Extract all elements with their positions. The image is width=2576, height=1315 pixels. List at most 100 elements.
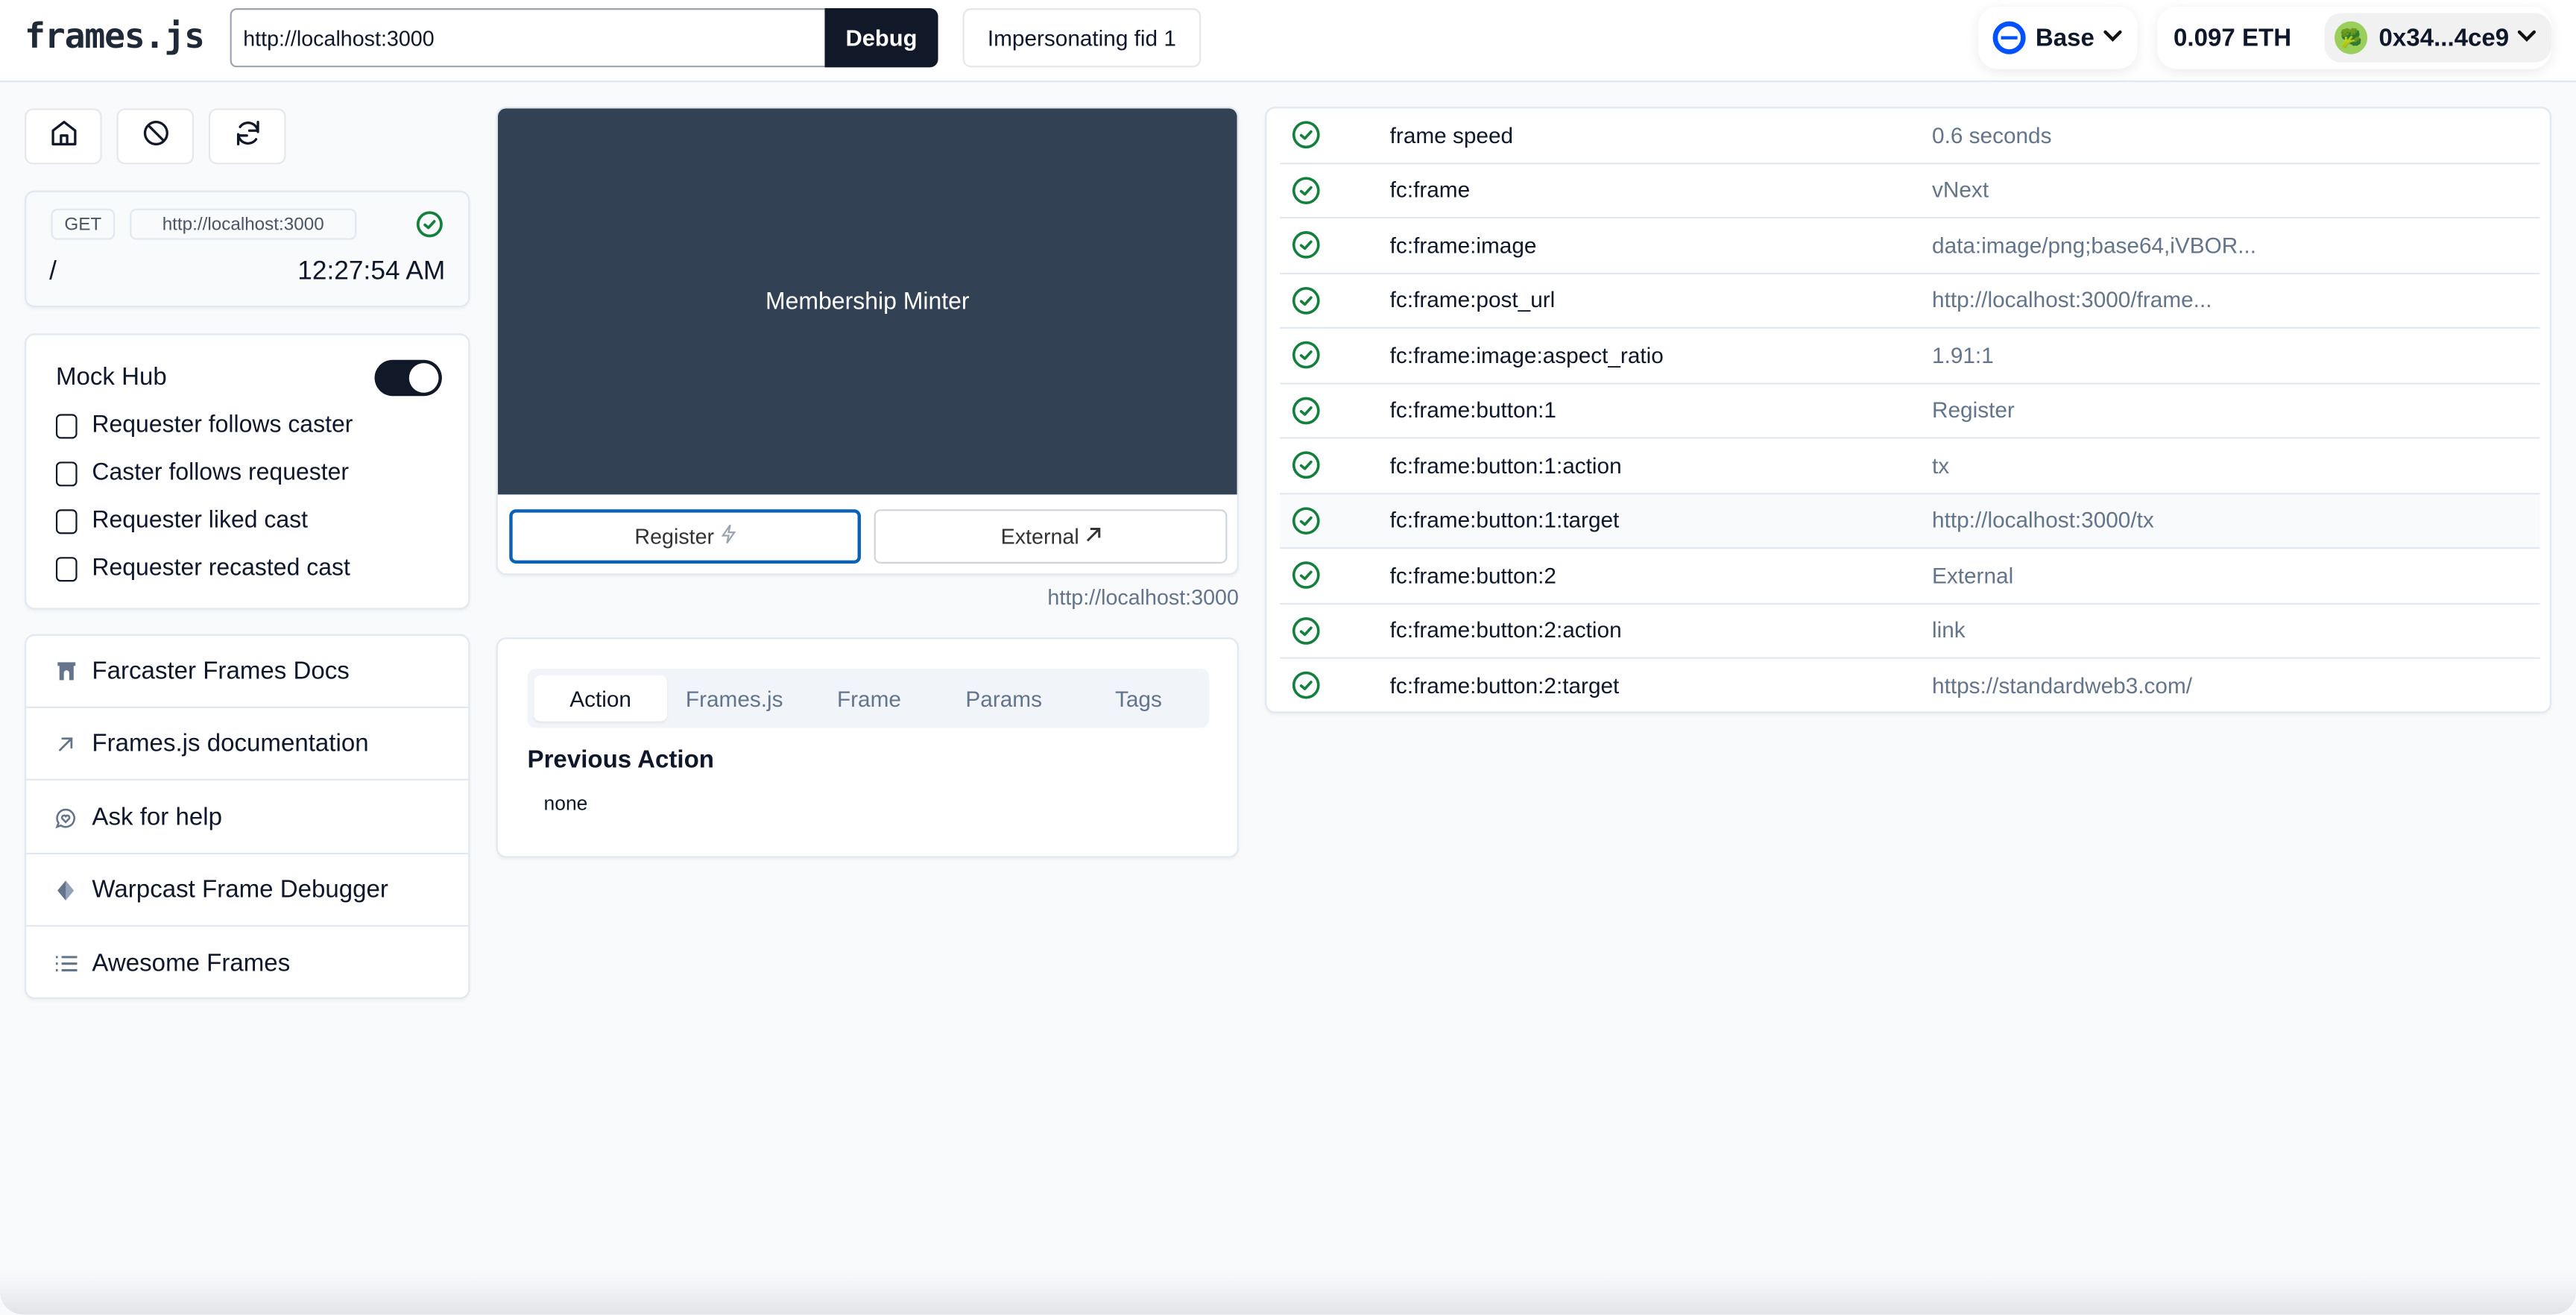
frame-url-input[interactable] bbox=[230, 8, 825, 68]
option-label: Requester follows caster bbox=[92, 412, 353, 439]
meta-tag-key: fc:frame:button:1:action bbox=[1389, 452, 1622, 478]
chain-selector[interactable]: Base bbox=[1977, 6, 2138, 69]
refresh-icon bbox=[233, 118, 262, 156]
checkbox[interactable] bbox=[55, 508, 78, 534]
check-circle-icon bbox=[1291, 175, 1321, 213]
check-circle-icon bbox=[1291, 615, 1321, 653]
arrow-up-right-icon bbox=[54, 734, 78, 753]
option-caster-follows-requester[interactable]: Caster follows requester bbox=[55, 460, 350, 487]
meta-tag-value: External bbox=[1932, 563, 2014, 588]
nav-toolbar bbox=[25, 108, 286, 165]
meta-tag-value: Register bbox=[1932, 397, 2015, 423]
option-requester-liked-cast[interactable]: Requester liked cast bbox=[55, 508, 308, 534]
check-circle-icon bbox=[1291, 561, 1321, 599]
link-farcaster-frames-docs[interactable]: Farcaster Frames Docs bbox=[26, 636, 469, 708]
resource-links: Farcaster Frames Docs Frames.js document… bbox=[25, 634, 470, 1000]
link-warpcast-frame-debugger[interactable]: Warpcast Frame Debugger bbox=[26, 854, 469, 927]
tab-tags[interactable]: Tags bbox=[1071, 675, 1206, 722]
link-label: Frames.js documentation bbox=[92, 729, 369, 758]
tab-action[interactable]: Action bbox=[534, 675, 667, 722]
link-ask-for-help[interactable]: Ask for help bbox=[26, 782, 469, 855]
frame-image: Membership Minter bbox=[497, 108, 1237, 495]
meta-tag-row[interactable]: fc:frame:button:2:action link bbox=[1279, 604, 2540, 659]
mock-hub-panel: Mock Hub Requester follows caster Caster… bbox=[25, 333, 470, 610]
meta-tag-row[interactable]: fc:frame:button:1 Register bbox=[1279, 384, 2540, 439]
option-label: Requester recasted cast bbox=[92, 555, 350, 582]
meta-tag-value: http://localhost:3000/frame... bbox=[1932, 288, 2212, 313]
frame-button-register[interactable]: Register bbox=[509, 509, 861, 564]
wallet-balance: 0.097 ETH bbox=[2174, 23, 2292, 52]
meta-tag-value: link bbox=[1932, 618, 1966, 643]
farcaster-arch-icon bbox=[54, 660, 78, 682]
home-icon bbox=[48, 118, 78, 156]
meta-tag-key: fc:frame bbox=[1389, 177, 1471, 203]
account-button[interactable]: 🥦 0x34...4ce9 bbox=[2324, 13, 2551, 63]
meta-tag-key: fc:frame:button:1:target bbox=[1389, 508, 1620, 533]
link-awesome-frames[interactable]: Awesome Frames bbox=[26, 927, 468, 999]
refresh-button[interactable] bbox=[208, 108, 286, 165]
top-bar: frames.js Debug Impersonating fid 1 Base… bbox=[0, 0, 2576, 83]
option-label: Caster follows requester bbox=[92, 460, 350, 487]
frame-button-label: External bbox=[1000, 524, 1079, 549]
check-circle-icon bbox=[1291, 340, 1321, 378]
link-framesjs-documentation[interactable]: Frames.js documentation bbox=[26, 708, 469, 781]
meta-tag-key: fc:frame:post_url bbox=[1389, 288, 1556, 313]
meta-tag-row[interactable]: fc:frame:image:aspect_ratio 1.91:1 bbox=[1279, 329, 2540, 384]
request-timestamp: 12:27:54 AM bbox=[297, 258, 446, 286]
check-circle-icon bbox=[416, 210, 443, 246]
app-root: frames.js Debug Impersonating fid 1 Base… bbox=[0, 0, 2576, 1315]
link-label: Farcaster Frames Docs bbox=[92, 657, 350, 686]
wallet-address: 0x34...4ce9 bbox=[2378, 23, 2510, 52]
chat-heart-icon bbox=[54, 806, 78, 829]
meta-tag-value: vNext bbox=[1932, 177, 1989, 203]
clear-button[interactable] bbox=[116, 108, 195, 165]
debug-button[interactable]: Debug bbox=[824, 8, 938, 68]
previous-action-value: none bbox=[543, 792, 588, 816]
tab-framesjs[interactable]: Frames.js bbox=[667, 675, 802, 722]
mock-hub-toggle[interactable] bbox=[374, 359, 442, 397]
previous-action-heading: Previous Action bbox=[527, 745, 714, 775]
tab-params[interactable]: Params bbox=[936, 675, 1071, 722]
base-chain-icon bbox=[1992, 21, 2026, 54]
checkbox[interactable] bbox=[55, 413, 78, 438]
check-circle-icon bbox=[1291, 230, 1321, 268]
meta-tag-row[interactable]: fc:frame:button:2:target https://standard… bbox=[1280, 659, 2540, 714]
meta-tag-key: frame speed bbox=[1389, 122, 1514, 148]
meta-tag-row[interactable]: frame speed 0.6 seconds bbox=[1279, 108, 2540, 164]
meta-tag-row[interactable]: fc:frame vNext bbox=[1279, 163, 2540, 219]
meta-tag-row[interactable]: fc:frame:button:2 External bbox=[1279, 549, 2540, 605]
check-circle-icon bbox=[1291, 285, 1321, 323]
meta-tag-row[interactable]: fc:frame:button:1:target http://localhost… bbox=[1279, 493, 2540, 549]
chain-label: Base bbox=[2035, 23, 2094, 52]
request-history-item[interactable]: GET http://localhost:3000 / 12:27:54 AM bbox=[25, 190, 470, 308]
meta-tag-row[interactable]: fc:frame:post_url http://localhost:3000/f… bbox=[1279, 274, 2540, 329]
check-circle-icon bbox=[1291, 505, 1321, 543]
meta-tag-value: https://standardweb3.com/ bbox=[1932, 674, 2193, 699]
meta-tag-row[interactable]: fc:frame:image data:image/png;base64,iVBO… bbox=[1279, 218, 2540, 274]
link-label: Warpcast Frame Debugger bbox=[92, 875, 388, 904]
list-icon bbox=[54, 953, 78, 971]
meta-tag-row[interactable]: fc:frame:button:1:action tx bbox=[1279, 438, 2540, 494]
check-circle-icon bbox=[1291, 670, 1321, 708]
http-method-badge: GET bbox=[51, 208, 116, 240]
link-label: Awesome Frames bbox=[92, 948, 291, 977]
debug-details-panel: Action Frames.js Frame Params Tags Previ… bbox=[496, 637, 1239, 858]
ban-icon bbox=[140, 118, 170, 156]
option-requester-recasted-cast[interactable]: Requester recasted cast bbox=[55, 555, 350, 582]
tab-frame[interactable]: Frame bbox=[802, 675, 937, 722]
request-path: / bbox=[49, 258, 57, 286]
meta-tag-value: http://localhost:3000/tx bbox=[1932, 508, 2154, 533]
check-circle-icon bbox=[1291, 395, 1321, 433]
checkbox[interactable] bbox=[55, 461, 78, 486]
home-button[interactable] bbox=[25, 108, 102, 165]
window-bottom-edge bbox=[0, 1271, 2576, 1315]
chevron-down-icon bbox=[2517, 28, 2536, 47]
frame-button-external[interactable]: External bbox=[874, 509, 1228, 564]
request-url-badge: http://localhost:3000 bbox=[130, 208, 357, 240]
checkbox[interactable] bbox=[55, 556, 78, 581]
diamond-icon bbox=[54, 880, 78, 900]
impersonate-button[interactable]: Impersonating fid 1 bbox=[962, 8, 1202, 68]
meta-tag-key: fc:frame:image bbox=[1389, 233, 1537, 258]
chevron-down-icon bbox=[2103, 28, 2122, 47]
option-requester-follows-caster[interactable]: Requester follows caster bbox=[55, 412, 353, 439]
